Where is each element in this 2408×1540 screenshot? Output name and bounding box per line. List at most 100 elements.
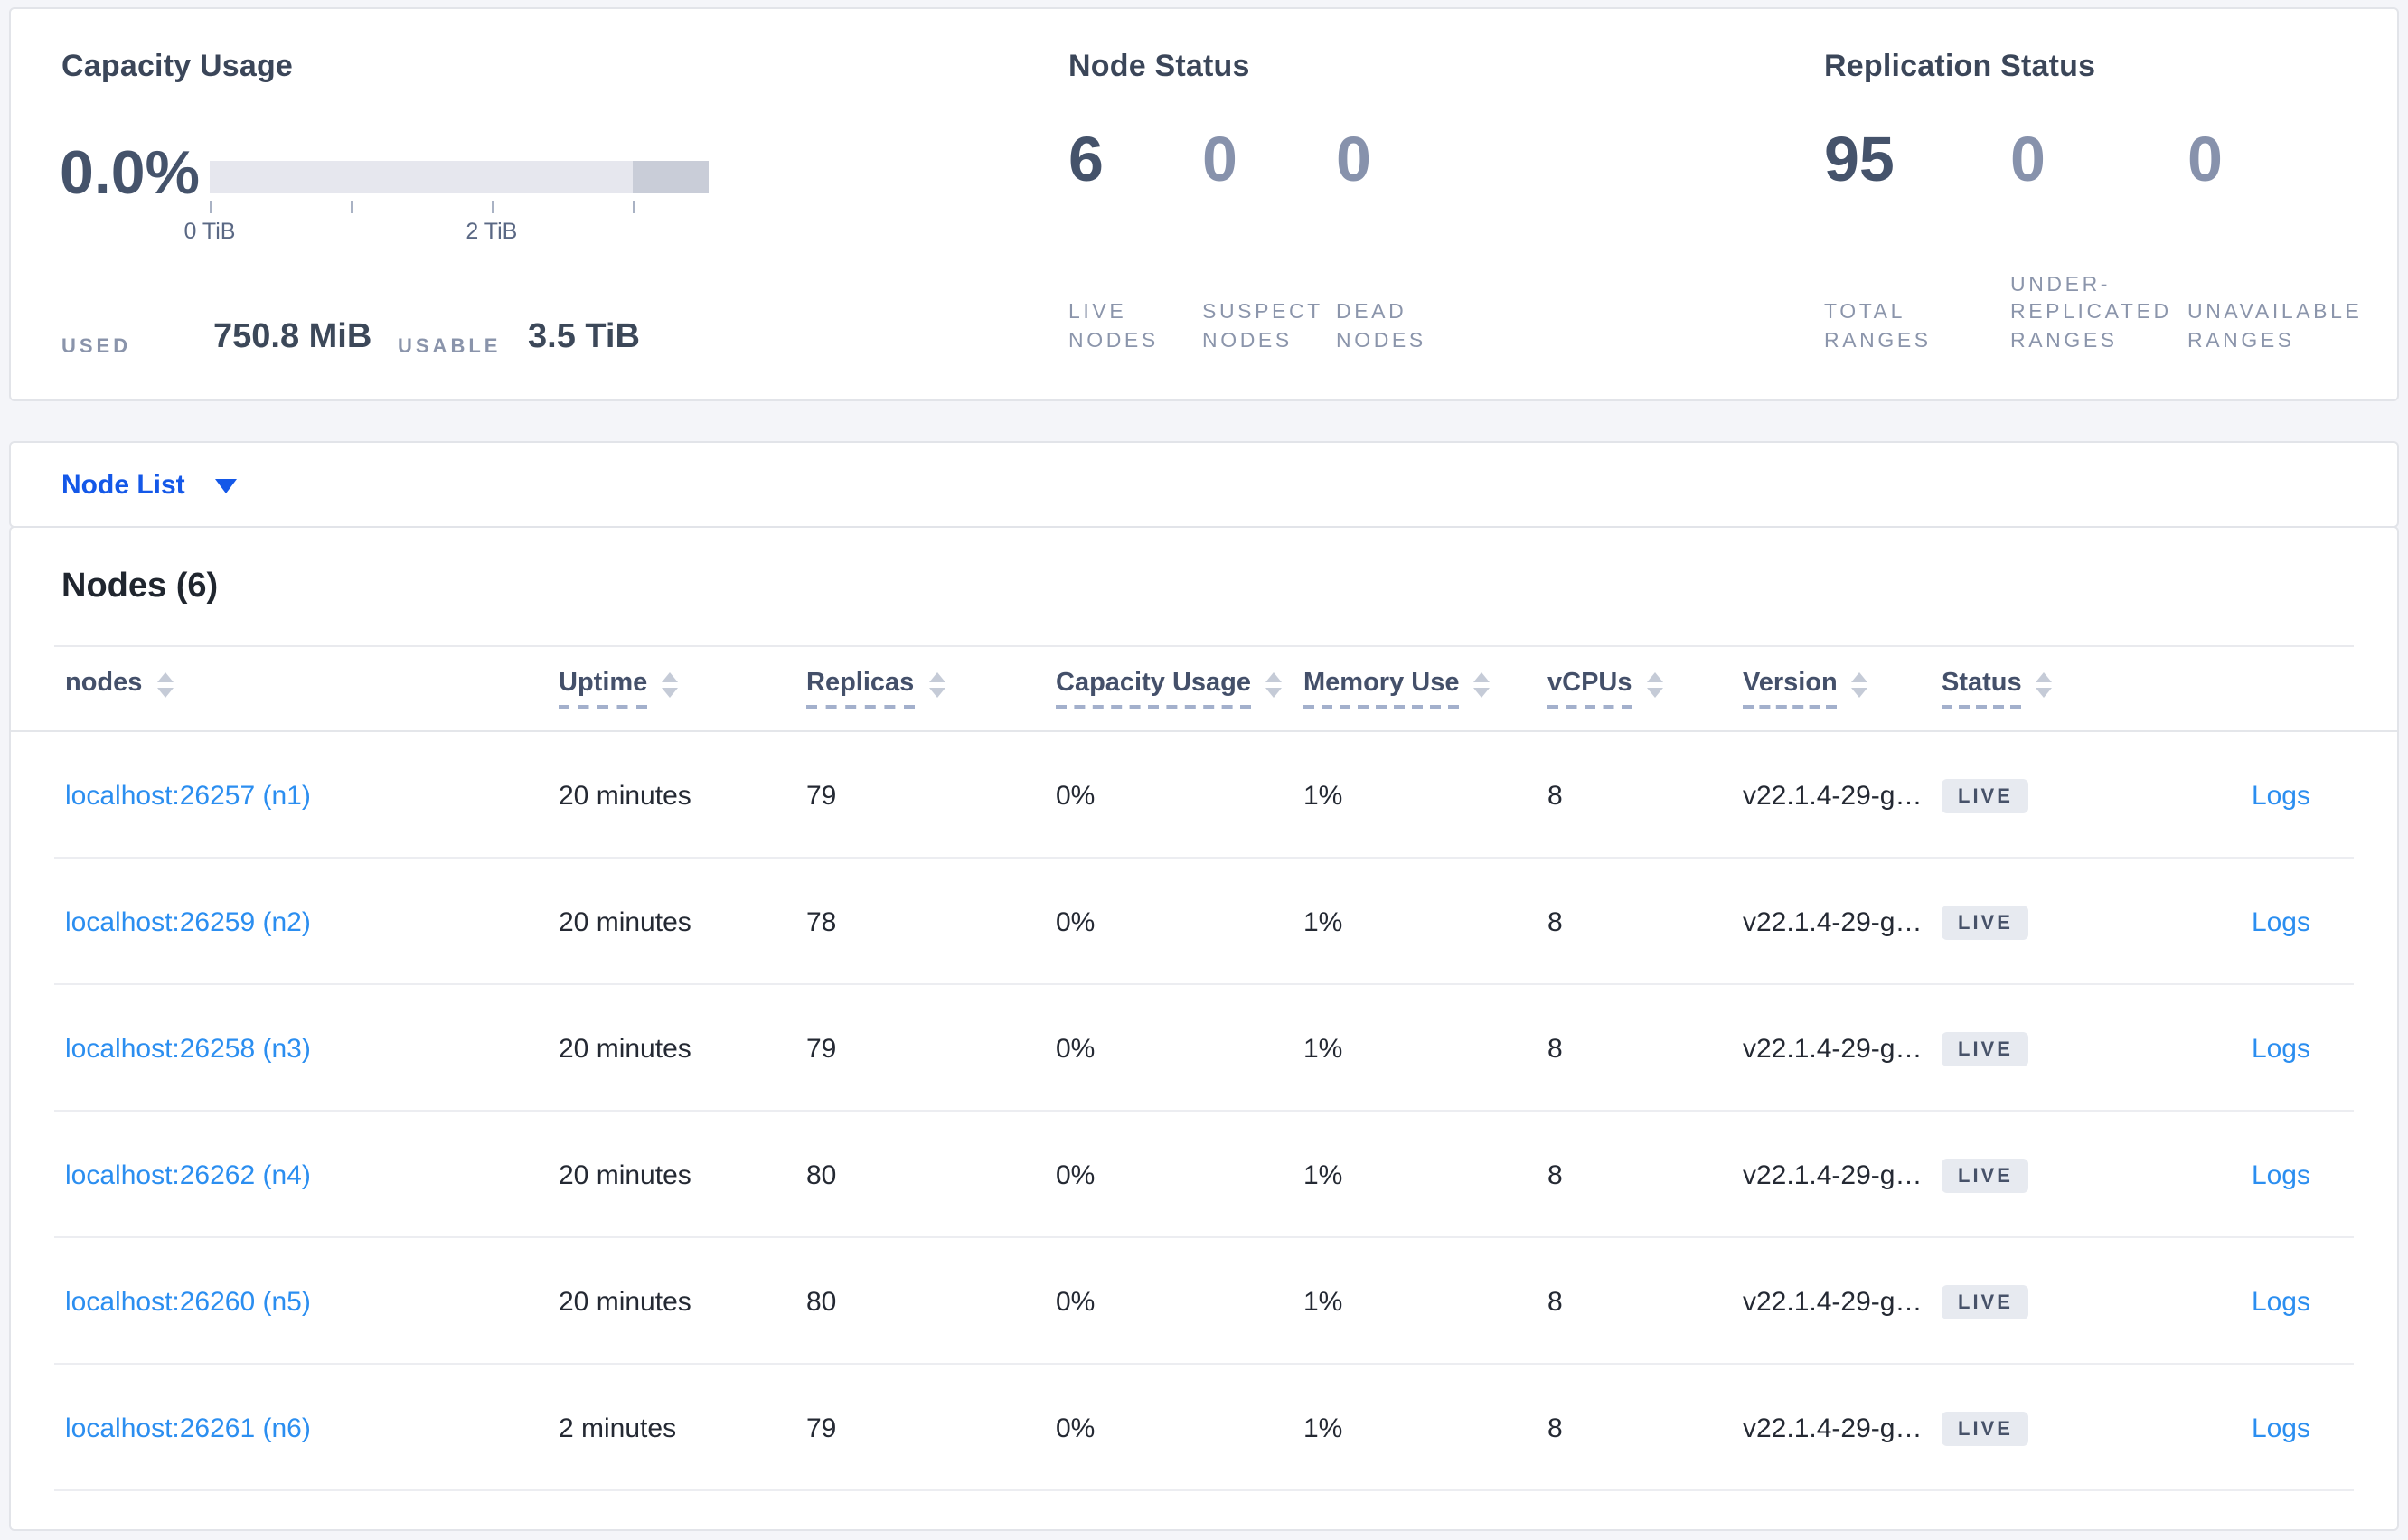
column-header-uptime[interactable]: Uptime: [559, 668, 806, 708]
sort-icon: [1851, 672, 1868, 698]
vcpus-cell: 8: [1547, 1033, 1563, 1064]
version-cell: v22.1.4-29-g…: [1743, 1286, 1923, 1317]
column-header-vcpus[interactable]: vCPUs: [1547, 668, 1743, 708]
nodes-table-card: Nodes (6) nodes Uptime Replicas Capacity Us…: [9, 526, 2399, 1531]
logs-link[interactable]: Logs: [2252, 1413, 2310, 1443]
sort-icon: [1646, 672, 1663, 698]
node-link[interactable]: localhost:26262 (n4): [65, 1160, 311, 1190]
node-list-dropdown-label: Node List: [61, 469, 185, 500]
replication-stat-label: UNAVAILABLE RANGES: [2187, 302, 2363, 352]
node-cell: localhost:26260 (n5): [65, 1286, 559, 1317]
column-header-label: Capacity Usage: [1056, 668, 1251, 708]
sort-icon: [156, 672, 174, 698]
capacity-axis-tick-label: 0 TiB: [183, 219, 236, 244]
status-badge: LIVE: [1942, 1031, 2029, 1066]
status-cell: LIVE: [1942, 905, 2213, 939]
replicas-cell: 79: [806, 1413, 837, 1443]
vcpus-cell: 8: [1547, 1286, 1563, 1317]
logs-cell: Logs: [2213, 1160, 2310, 1190]
node-status-stat-value: 6: [1068, 125, 1104, 195]
table-header-row: nodes Uptime Replicas Capacity Usage Memory …: [11, 645, 2397, 732]
logs-link[interactable]: Logs: [2252, 1286, 2310, 1317]
logs-link[interactable]: Logs: [2252, 906, 2310, 937]
node-status-stat-label: DEAD NODES: [1336, 302, 1426, 352]
memory-use-cell: 1%: [1303, 1033, 1343, 1064]
logs-link[interactable]: Logs: [2252, 1160, 2310, 1190]
node-status-stat-label: SUSPECT NODES: [1202, 302, 1323, 352]
vcpus-cell: 8: [1547, 906, 1563, 937]
version-cell: v22.1.4-29-g…: [1743, 1413, 1923, 1443]
capacity-usage-cell: 0%: [1056, 1286, 1096, 1317]
table-row: localhost:26261 (n6) 2 minutes 79 0% 1% 8 v22.…: [11, 1365, 2397, 1491]
vcpus-cell: 8: [1547, 1160, 1563, 1190]
cluster-summary-card: Capacity Usage Node Status Replication S…: [9, 7, 2399, 401]
node-cell: localhost:26261 (n6): [65, 1413, 559, 1443]
sort-icon: [2036, 672, 2053, 698]
column-header-label: vCPUs: [1547, 668, 1632, 708]
capacity-usage-cell: 0%: [1056, 1160, 1096, 1190]
node-cell: localhost:26259 (n2): [65, 906, 559, 937]
version-cell: v22.1.4-29-g…: [1743, 906, 1923, 937]
table-row: localhost:26260 (n5) 20 minutes 80 0% 1% 8 v22…: [11, 1238, 2397, 1365]
capacity-axis-tick: [210, 201, 212, 213]
node-cell: localhost:26258 (n3): [65, 1033, 559, 1064]
capacity-bar-reserved-segment: [633, 161, 709, 193]
logs-cell: Logs: [2213, 1413, 2310, 1443]
version-cell: v22.1.4-29-g…: [1743, 780, 1923, 811]
memory-use-cell: 1%: [1303, 1286, 1343, 1317]
column-header-replicas[interactable]: Replicas: [806, 668, 1056, 708]
column-header-label: Version: [1743, 668, 1838, 708]
replicas-cell: 79: [806, 780, 837, 811]
column-header-version[interactable]: Version: [1743, 668, 1942, 708]
column-header-capacity-usage[interactable]: Capacity Usage: [1056, 668, 1303, 708]
logs-cell: Logs: [2213, 1286, 2310, 1317]
column-header-status[interactable]: Status: [1942, 668, 2213, 708]
logs-cell: Logs: [2213, 780, 2310, 811]
column-header-nodes[interactable]: nodes: [65, 668, 559, 708]
status-badge: LIVE: [1942, 1411, 2029, 1445]
status-cell: LIVE: [1942, 1031, 2213, 1066]
table-row: localhost:26259 (n2) 20 minutes 78 0% 1% 8 v22…: [11, 859, 2397, 985]
node-list-dropdown[interactable]: Node List: [61, 443, 238, 526]
memory-use-cell: 1%: [1303, 780, 1343, 811]
node-link[interactable]: localhost:26259 (n2): [65, 906, 311, 937]
node-cell: localhost:26257 (n1): [65, 780, 559, 811]
table-row: localhost:26257 (n1) 20 minutes 79 0% 1% 8 v22…: [11, 732, 2397, 859]
node-status-stat-value: 0: [1202, 125, 1237, 195]
column-header-memory-use[interactable]: Memory Use: [1303, 668, 1547, 708]
status-badge: LIVE: [1942, 1158, 2029, 1192]
table-row: localhost:26262 (n4) 20 minutes 80 0% 1% 8 v22…: [11, 1112, 2397, 1238]
capacity-axis-tick-label: 2 TiB: [466, 219, 518, 244]
replication-stat: 0 UNAVAILABLE RANGES: [2187, 9, 2408, 399]
status-cell: LIVE: [1942, 1158, 2213, 1192]
node-link[interactable]: localhost:26257 (n1): [65, 780, 311, 811]
capacity-axis-tick: [632, 201, 635, 213]
capacity-usage-cell: 0%: [1056, 906, 1096, 937]
logs-link[interactable]: Logs: [2252, 780, 2310, 811]
caret-down-icon: [215, 479, 238, 493]
status-badge: LIVE: [1942, 1284, 2029, 1319]
usable-label: USABLE: [398, 336, 502, 358]
cluster-overview-page: Capacity Usage Node Status Replication S…: [0, 0, 2408, 1540]
table-row: localhost:26258 (n3) 20 minutes 79 0% 1% 8 v22…: [11, 985, 2397, 1112]
node-link[interactable]: localhost:26258 (n3): [65, 1033, 311, 1064]
column-header-label: Memory Use: [1303, 668, 1460, 708]
capacity-usage-title: Capacity Usage: [61, 49, 294, 83]
node-list-bar: Node List: [9, 441, 2399, 528]
replication-stat-value: 95: [1824, 125, 1895, 195]
capacity-axis-tick: [350, 201, 353, 213]
uptime-cell: 20 minutes: [559, 1286, 691, 1317]
status-badge: LIVE: [1942, 778, 2029, 812]
version-cell: v22.1.4-29-g…: [1743, 1160, 1923, 1190]
replication-stat-label: TOTAL RANGES: [1824, 302, 1932, 352]
capacity-axis-tick: [491, 201, 494, 213]
node-link[interactable]: localhost:26261 (n6): [65, 1413, 311, 1443]
logs-link[interactable]: Logs: [2252, 1033, 2310, 1064]
vcpus-cell: 8: [1547, 1413, 1563, 1443]
nodes-heading: Nodes (6): [61, 568, 219, 606]
capacity-percent-value: 0.0%: [60, 139, 200, 208]
usable-value: 3.5 TiB: [528, 318, 640, 356]
status-badge: LIVE: [1942, 905, 2029, 939]
node-cell: localhost:26262 (n4): [65, 1160, 559, 1190]
node-link[interactable]: localhost:26260 (n5): [65, 1286, 311, 1317]
